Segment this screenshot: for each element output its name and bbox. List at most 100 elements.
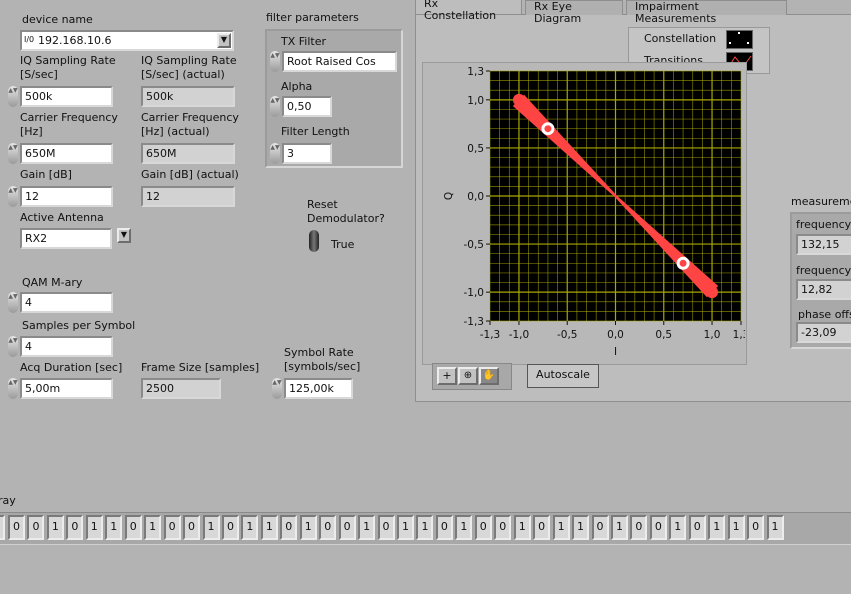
legend-constellation-label: Constellation xyxy=(644,32,717,45)
bit-array-element[interactable]: 0 xyxy=(163,515,181,540)
gain-actual-indicator: 12 xyxy=(141,186,235,207)
reset-state-text: True xyxy=(331,238,355,251)
y-tick-label: -1,3 xyxy=(464,316,485,328)
bit-array-element[interactable]: 1 xyxy=(708,515,726,540)
bit-array-element[interactable]: 1 xyxy=(513,515,531,540)
qam-spinner[interactable]: ▲▼ xyxy=(8,292,18,313)
gain-spinner[interactable]: ▲▼ xyxy=(8,186,18,207)
bit-array-element[interactable]: 0 xyxy=(377,515,395,540)
bit-array-element[interactable]: 1 xyxy=(669,515,687,540)
autoscale-button[interactable]: Autoscale xyxy=(527,364,599,388)
filter-length-label: Filter Length xyxy=(281,125,350,138)
qam-label: QAM M-ary xyxy=(22,276,83,289)
reset-toggle-switch[interactable] xyxy=(309,230,319,252)
bit-array-element[interactable]: 1 xyxy=(397,515,414,540)
iq-rate-spinner[interactable]: ▲▼ xyxy=(8,86,18,107)
x-tick-label: -1,0 xyxy=(509,329,530,341)
bit-array-element[interactable]: 0 xyxy=(8,515,25,540)
x-tick-label: 1,0 xyxy=(704,329,721,341)
bit-array-element[interactable]: 0 xyxy=(319,515,337,540)
gain-input[interactable]: 12 xyxy=(20,186,113,207)
x-tick-label: 0,0 xyxy=(607,329,624,341)
alpha-input[interactable]: 0,50 xyxy=(282,96,332,117)
bit-array-element[interactable]: 1 xyxy=(572,515,590,540)
sps-spinner[interactable]: ▲▼ xyxy=(8,336,18,357)
frame-size-label: Frame Size [samples] xyxy=(141,361,260,374)
bit-array-element[interactable]: 0 xyxy=(221,515,239,540)
frame-size-indicator: 2500 xyxy=(141,378,221,399)
y-tick-label: -0,5 xyxy=(464,239,485,251)
bit-array-element[interactable]: 1 xyxy=(766,515,784,540)
bit-array-element[interactable]: 1 xyxy=(144,515,162,540)
acq-spinner[interactable]: ▲▼ xyxy=(8,378,18,399)
bit-array-element[interactable]: 1 xyxy=(358,515,376,540)
bit-array-element[interactable]: 0 xyxy=(183,515,201,540)
antenna-label: Active Antenna xyxy=(20,211,104,224)
bit-array-element[interactable]: 1 xyxy=(727,515,745,540)
bit-array-element[interactable]: 0 xyxy=(338,515,356,540)
bit-array-element[interactable]: 0 xyxy=(747,515,765,540)
tx-filter-ring[interactable]: Root Raised Cos xyxy=(282,51,397,72)
iq-rate-input[interactable]: 500k xyxy=(20,86,113,107)
y-tick-label: 0,5 xyxy=(467,143,484,155)
bit-array-index-cell xyxy=(0,515,5,540)
frequency-indicator-2: 12,82 xyxy=(796,279,851,300)
tx-filter-spinner[interactable]: ▲▼ xyxy=(270,51,280,72)
bit-array-element[interactable]: 1 xyxy=(552,515,570,540)
device-name-value: 192.168.10.6 xyxy=(38,34,112,47)
symbol-rate-spinner[interactable]: ▲▼ xyxy=(272,378,282,399)
frequency-indicator-1: 132,15 xyxy=(796,234,851,255)
tab-rx-eye-diagram[interactable]: Rx Eye Diagram xyxy=(525,0,623,25)
filter-length-input[interactable]: 3 xyxy=(282,143,332,164)
carrier-actual-indicator: 650M xyxy=(141,143,235,164)
bit-array-element[interactable]: 1 xyxy=(241,515,259,540)
filter-params-label: filter parameters xyxy=(266,11,359,24)
cursor-tool-icon[interactable]: + xyxy=(437,367,457,385)
qam-input[interactable]: 4 xyxy=(20,292,113,313)
y-axis-label: Q xyxy=(443,192,455,200)
bit-array-element[interactable]: 1 xyxy=(46,515,64,540)
pan-hand-icon[interactable]: ✋ xyxy=(479,367,499,385)
legend-constellation-swatch xyxy=(726,30,753,49)
bit-array-element[interactable]: 0 xyxy=(494,515,512,540)
bit-array-element[interactable]: 1 xyxy=(610,515,628,540)
acq-input[interactable]: 5,00m xyxy=(20,378,113,399)
carrier-spinner[interactable]: ▲▼ xyxy=(8,143,18,164)
bit-array-element[interactable]: 0 xyxy=(630,515,648,540)
bit-array-element[interactable]: 0 xyxy=(66,515,84,540)
bit-array-element[interactable]: 0 xyxy=(124,515,142,540)
device-name-combo[interactable]: I/0 192.168.10.6 ▼ xyxy=(20,30,234,51)
bit-array-element[interactable]: 1 xyxy=(299,515,317,540)
bit-array-element[interactable]: 1 xyxy=(202,515,220,540)
bit-array-element[interactable]: 1 xyxy=(260,515,278,540)
bit-array-element[interactable]: 1 xyxy=(455,515,473,540)
antenna-ring[interactable]: RX2 xyxy=(20,228,112,249)
chevron-down-icon[interactable]: ▼ xyxy=(217,33,231,48)
bit-array-element[interactable]: 0 xyxy=(280,515,298,540)
symbol-rate-input[interactable]: 125,00k xyxy=(284,378,353,399)
bit-array-element[interactable]: 0 xyxy=(435,515,453,540)
bit-array-element[interactable]: 0 xyxy=(27,515,45,540)
constellation-graph[interactable]: -1,3 1,3 -1,0 1,0 -0,5 0,5 0,0 0,0 0,5 -0,5 1,0 -1,… xyxy=(422,62,745,363)
bit-array-element[interactable]: 0 xyxy=(533,515,551,540)
tab-impairment-measurements[interactable]: Impairment Measurements xyxy=(626,0,787,25)
bit-array-element[interactable]: 1 xyxy=(416,515,434,540)
tab-rx-constellation[interactable]: Rx Constellation xyxy=(415,0,522,22)
alpha-spinner[interactable]: ▲▼ xyxy=(270,96,280,117)
gain-actual-label: Gain [dB] (actual) xyxy=(141,168,239,181)
bit-array-element[interactable]: 0 xyxy=(591,515,609,540)
bit-array-element[interactable]: 1 xyxy=(105,515,123,540)
bit-array-element[interactable]: 1 xyxy=(85,515,103,540)
sps-input[interactable]: 4 xyxy=(20,336,113,357)
filter-length-spinner[interactable]: ▲▼ xyxy=(270,143,280,164)
bit-array-element[interactable]: 0 xyxy=(649,515,667,540)
bit-array-element[interactable]: 0 xyxy=(688,515,706,540)
carrier-label: Carrier Frequency [Hz] xyxy=(20,111,118,138)
gain-label: Gain [dB] xyxy=(20,168,72,181)
y-tick-label: 1,3 xyxy=(467,66,484,78)
zoom-tool-icon[interactable]: ⊕ xyxy=(458,367,478,385)
carrier-input[interactable]: 650M xyxy=(20,143,113,164)
bit-array-element[interactable]: 0 xyxy=(474,515,492,540)
reset-demod-label: Reset Demodulator? xyxy=(307,198,385,225)
antenna-dropdown-icon[interactable]: ▼ xyxy=(117,228,131,243)
